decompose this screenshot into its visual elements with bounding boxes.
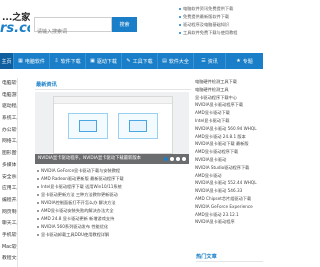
news-item[interactable]: 显卡驱动更新方法 三种方法教你更新驱动 xyxy=(36,191,191,199)
category-item[interactable]: 驱动程序 xyxy=(0,101,17,113)
right-item[interactable]: AMD显卡驱动程序下载 xyxy=(193,148,263,156)
notice-item[interactable]: 工具软件免费下载与使用教程 xyxy=(178,29,263,37)
nav-tools[interactable]: ✎ 工具下载 xyxy=(122,53,158,69)
category-item[interactable]: 办公软件 xyxy=(0,125,17,137)
right-item[interactable]: NVIDIA Studio驱动程序下载 xyxy=(193,164,263,172)
right-item[interactable]: NVIDIA显卡驱动 560.94 WHQL xyxy=(193,125,263,133)
right-item[interactable]: NVIDIA显卡驱动 552.44 WHQL xyxy=(193,179,263,187)
news-item[interactable]: NVIDIA 560系列驱动发布 性能优化 xyxy=(36,223,191,231)
category-item[interactable]: 聊天工具 xyxy=(0,218,17,230)
nav-topics[interactable]: ★ 专题 xyxy=(226,53,263,69)
news-item[interactable]: AMD Radeon驱动更新版 最新驱动程序下载 xyxy=(36,175,191,183)
carousel-dot[interactable] xyxy=(176,157,180,161)
folder-icon: ▤ xyxy=(162,58,167,64)
carousel-image xyxy=(53,96,173,154)
nav-label: 工具下载 xyxy=(132,58,153,65)
news-item[interactable]: NVIDIA GeForce显卡驱动下载与安装教程 xyxy=(36,167,191,175)
monitor-icon xyxy=(79,120,97,132)
grid-icon: ▦ xyxy=(18,58,23,64)
search-button[interactable]: 搜索 xyxy=(112,17,137,32)
section-divider xyxy=(35,89,191,90)
right-item[interactable]: NVIDIA显卡驱动程序下载 xyxy=(193,101,263,109)
window-titlebar xyxy=(54,97,172,104)
hot-divider xyxy=(196,261,263,262)
section-title: 最新资讯 xyxy=(36,82,57,88)
category-item[interactable]: 教程文章 xyxy=(0,253,17,265)
news-item[interactable]: AMD 24.8 显卡驱动更新 新增游戏支持 xyxy=(36,215,191,223)
site-logo[interactable]: ...之家 rs.com xyxy=(0,10,30,36)
right-item[interactable]: 电脑硬件检测工具 xyxy=(193,86,263,94)
category-item[interactable]: 图形图像 xyxy=(0,148,17,160)
category-item[interactable]: 电脑软件 xyxy=(0,78,17,90)
nav-news[interactable]: ☰ 资讯 xyxy=(194,53,226,69)
right-item[interactable]: 电脑硬件检测工具下载 xyxy=(193,78,263,86)
nav-label: 软件大全 xyxy=(168,58,189,65)
search-input[interactable] xyxy=(35,25,111,39)
nav-driver[interactable]: ▣ 驱动下载 xyxy=(86,53,122,69)
notice-item[interactable]: 电脑软件资讯免费提供下载 xyxy=(178,5,263,13)
category-item[interactable]: 手机软件 xyxy=(0,230,17,242)
right-item[interactable]: AMD显卡驱动 23.12.1 xyxy=(193,211,263,219)
carousel-dot[interactable] xyxy=(164,157,168,161)
category-item[interactable]: 编程开发 xyxy=(0,195,17,207)
nav-label: 资讯 xyxy=(207,58,218,65)
right-item[interactable]: 显卡驱动程序下载中心 xyxy=(193,94,263,102)
news-carousel[interactable]: NVIDIA显卡驱动程序，NVIDIA显卡驱动下载最新版本 xyxy=(35,92,189,164)
news-item[interactable]: 显卡驱动卸载工具DDU使用教程详解 xyxy=(36,231,191,239)
category-item[interactable]: Mac软件 xyxy=(0,242,17,254)
right-sidebar: 电脑硬件检测工具下载 电脑硬件检测工具 显卡驱动程序下载中心 NVIDIA显卡驱… xyxy=(193,78,263,226)
nav-software[interactable]: ▦ 电脑软件 xyxy=(14,53,50,69)
site-header: ...之家 rs.com 搜索 电脑软件资讯免费提供下载 免费提供最新版软件下载… xyxy=(0,0,263,48)
right-item[interactable]: NVIDIA显卡驱动 xyxy=(193,156,263,164)
nav-label: 专题 xyxy=(242,58,253,65)
category-item[interactable]: 安全杀毒 xyxy=(0,172,17,184)
star-icon: ★ xyxy=(236,58,241,64)
main-nav: 主页 ▦ 电脑软件 ⇩ 软件下载 ▣ 驱动下载 ✎ 工具下载 ▤ 软件大全 ☰ 资讯 ★ 专题 xyxy=(0,53,263,69)
chip-icon: ▣ xyxy=(90,58,95,64)
tool-icon: ✎ xyxy=(126,58,131,64)
download-icon: ⇩ xyxy=(54,58,59,64)
monitor-icon xyxy=(129,120,147,132)
nav-label: 主页 xyxy=(1,58,12,65)
news-item[interactable]: Intel显卡驱动程序下载 适用Win10/11系统 xyxy=(36,183,191,191)
nav-collection[interactable]: ▤ 软件大全 xyxy=(158,53,194,69)
notice-item[interactable]: 驱动程序及电脑基础知识 xyxy=(178,21,263,29)
carousel-dots xyxy=(162,157,186,161)
nav-label: 软件下载 xyxy=(60,58,81,65)
category-sidebar: 电脑软件 电脑游戏 驱动程序 系统工具 办公软件 网络工具 图形图像 多媒体 安… xyxy=(0,78,18,267)
carousel-caption[interactable]: NVIDIA显卡驱动程序，NVIDIA显卡驱动下载最新版本 xyxy=(38,155,141,163)
right-item[interactable]: NVIDIA显卡驱动 546.33 xyxy=(193,187,263,195)
header-notices: 电脑软件资讯免费提供下载 免费提供最新版软件下载 驱动程序及电脑基础知识 工具软… xyxy=(178,5,263,37)
right-item[interactable]: AMD显卡驱动 24.8.1 版本 xyxy=(193,133,263,141)
category-item[interactable]: 多媒体 xyxy=(0,160,17,172)
news-list: NVIDIA GeForce显卡驱动下载与安装教程 AMD Radeon驱动更新… xyxy=(36,167,191,239)
right-item[interactable]: AMD显卡驱动 xyxy=(193,172,263,180)
nav-home[interactable]: 主页 xyxy=(0,53,14,69)
hot-articles-title: 热门文章 xyxy=(196,254,217,260)
news-item[interactable]: AMD显卡驱动安装失败的解决办法大全 xyxy=(36,207,191,215)
gpu-card-image xyxy=(118,113,158,139)
nav-download[interactable]: ⇩ 软件下载 xyxy=(50,53,86,69)
carousel-dot[interactable] xyxy=(182,157,186,161)
category-item[interactable]: 应用工具 xyxy=(0,183,17,195)
right-item[interactable]: NVIDIA显卡驱动程序 xyxy=(193,218,263,226)
right-item[interactable]: AMD显卡驱动下载 xyxy=(193,109,263,117)
logo-main-text: rs.com xyxy=(0,21,30,36)
category-item[interactable]: 网页制作 xyxy=(0,207,17,219)
category-item[interactable]: 网络工具 xyxy=(0,136,17,148)
news-icon: ☰ xyxy=(201,58,206,64)
right-item[interactable]: NVIDIA GeForce Experience xyxy=(193,203,263,211)
category-item[interactable]: 电脑游戏 xyxy=(0,90,17,102)
news-item[interactable]: NVIDIA控制面板打不开怎么办 解决方法 xyxy=(36,199,191,207)
gpu-card-image xyxy=(68,113,108,139)
carousel-dot[interactable] xyxy=(170,157,174,161)
search-box xyxy=(34,17,112,39)
category-item[interactable]: 系统工具 xyxy=(0,113,17,125)
right-item[interactable]: Intel显卡驱动下载 xyxy=(193,117,263,125)
right-item[interactable]: AMD Chipset芯片组驱动下载 xyxy=(193,195,263,203)
nav-label: 驱动下载 xyxy=(96,58,117,65)
right-item[interactable]: NVIDIA显卡驱动下载 最新版 xyxy=(193,140,263,148)
nav-label: 电脑软件 xyxy=(24,58,45,65)
notice-item[interactable]: 免费提供最新版软件下载 xyxy=(178,13,263,21)
